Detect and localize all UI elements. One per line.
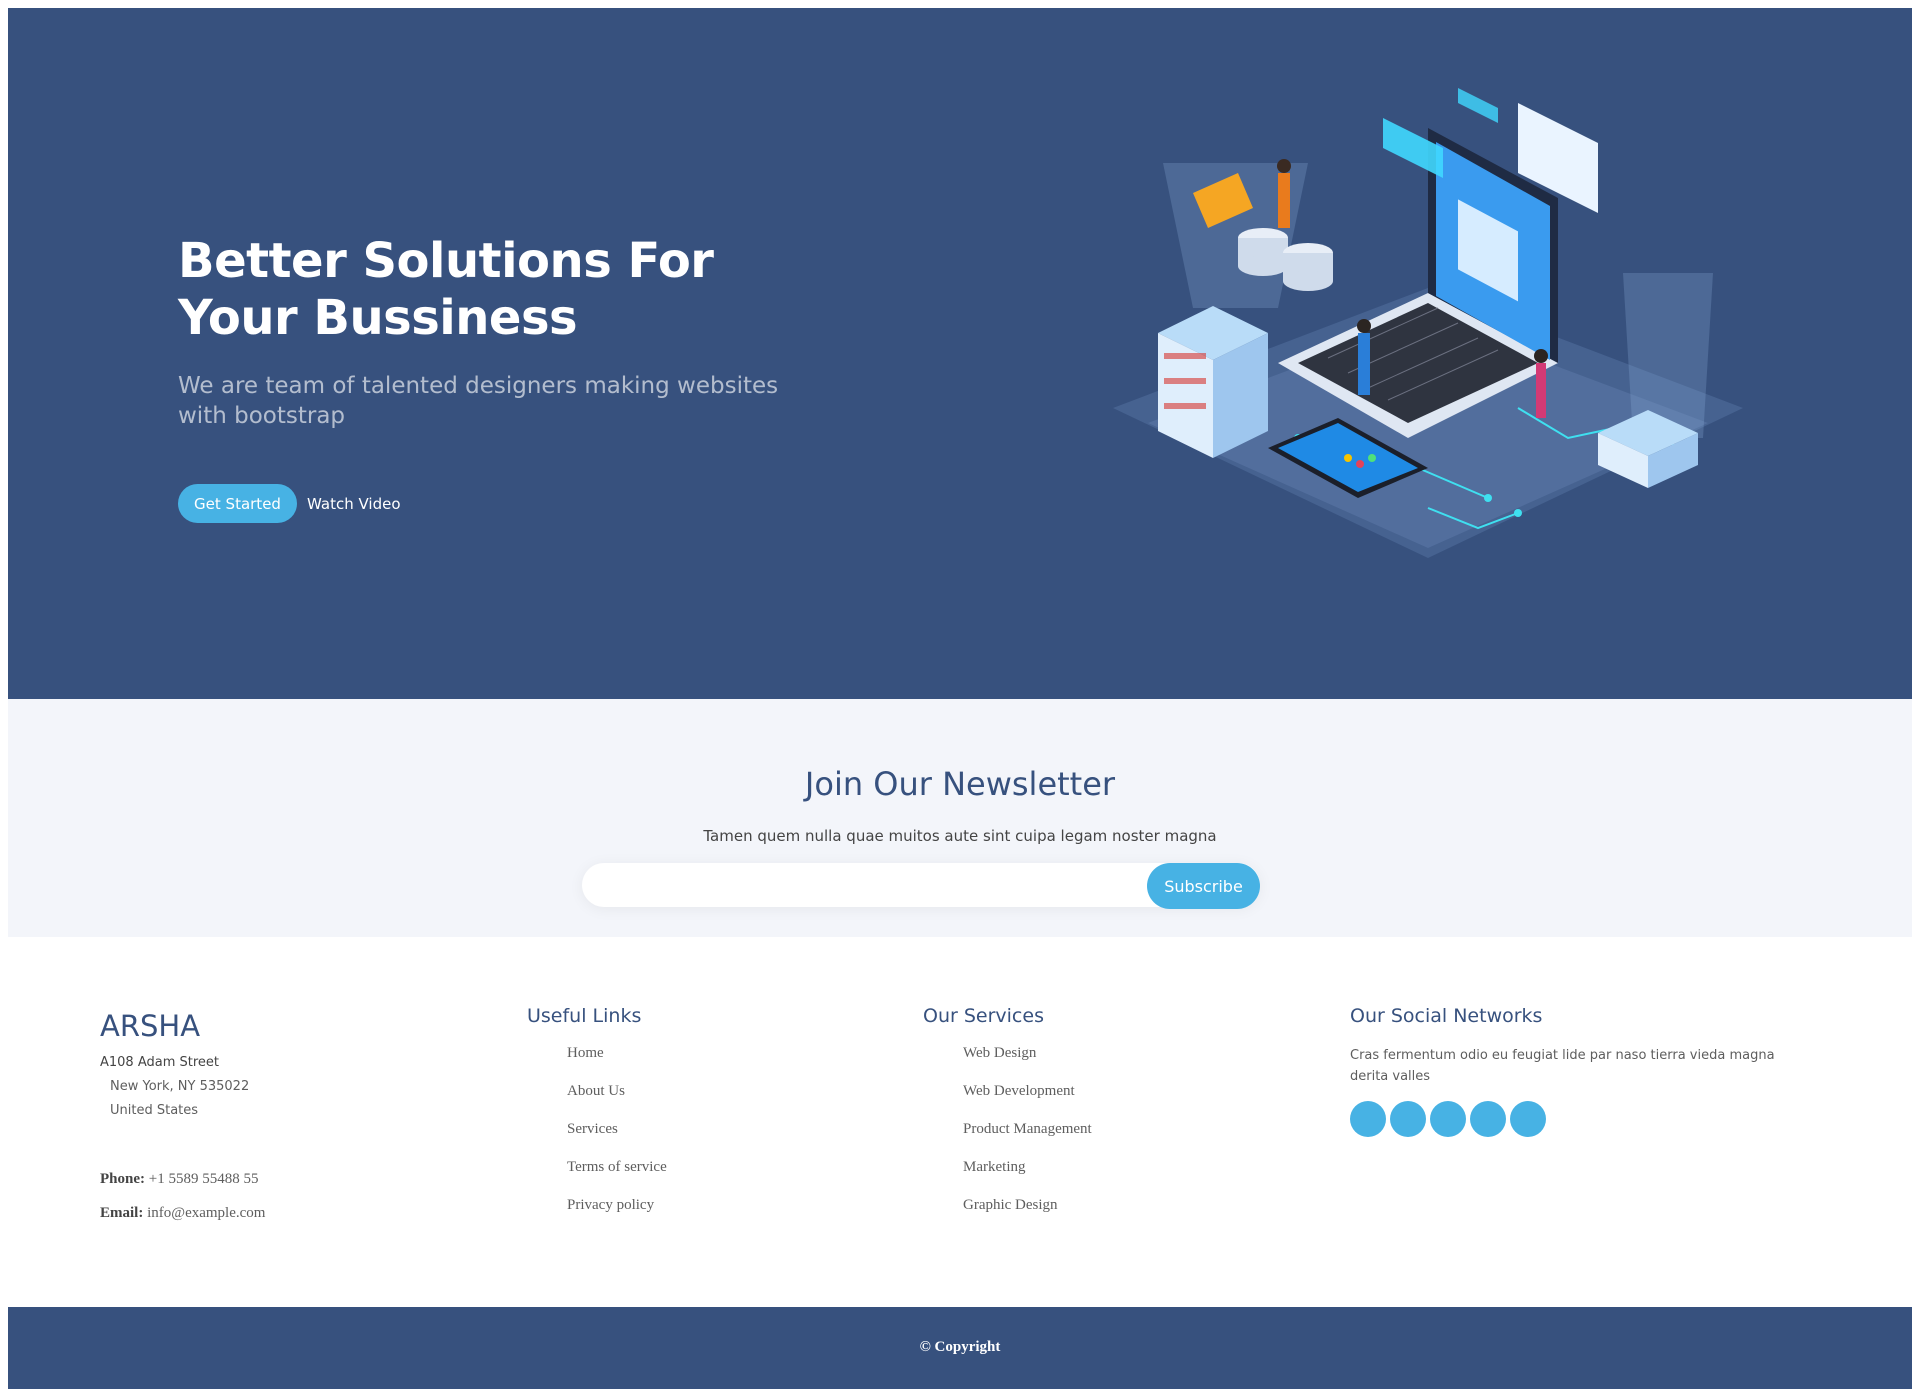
- footer-link-services[interactable]: Services: [567, 1121, 618, 1137]
- email-label: Email:: [100, 1205, 144, 1221]
- address-line-1: A108 Adam Street: [100, 1055, 220, 1070]
- newsletter-title: Join Our Newsletter: [804, 765, 1116, 803]
- list-item: Services: [567, 1119, 667, 1157]
- laptop-data-center-illustration: [1113, 88, 1743, 558]
- social-networks-title: Our Social Networks: [1350, 1005, 1543, 1027]
- list-item: Product Management: [963, 1119, 1092, 1157]
- service-link-graphic-design[interactable]: Graphic Design: [963, 1197, 1058, 1213]
- list-item: Terms of service: [567, 1157, 667, 1195]
- list-item: Marketing: [963, 1157, 1092, 1195]
- footer-link-home[interactable]: Home: [567, 1045, 604, 1061]
- address-line-3: United States: [110, 1103, 199, 1118]
- hero-subtitle: We are team of talented designers making…: [178, 373, 779, 429]
- skype-icon[interactable]: [1470, 1101, 1506, 1137]
- footer-link-terms[interactable]: Terms of service: [567, 1159, 667, 1175]
- phone-label: Phone:: [100, 1171, 145, 1187]
- list-item: About Us: [567, 1081, 667, 1119]
- footer-top: ARSHA A108 Adam Street New York, NY 5350…: [8, 937, 1912, 1307]
- newsletter-description: Tamen quem nulla quae muitos aute sint c…: [703, 827, 1217, 845]
- linkedin-icon[interactable]: [1510, 1101, 1546, 1137]
- footer-contact: Phone: +1 5589 55488 55 Email: info@exam…: [100, 1162, 265, 1230]
- our-services-title: Our Services: [923, 1005, 1044, 1027]
- service-link-web-design[interactable]: Web Design: [963, 1045, 1036, 1061]
- list-item: Web Design: [963, 1043, 1092, 1081]
- useful-links-title: Useful Links: [527, 1005, 642, 1027]
- footer-link-about[interactable]: About Us: [567, 1083, 625, 1099]
- list-item: Home: [567, 1043, 667, 1081]
- useful-links-list: Home About Us Services Terms of service …: [567, 1043, 667, 1233]
- social-links: [1350, 1101, 1550, 1137]
- list-item: Web Development: [963, 1081, 1092, 1119]
- service-link-product-management[interactable]: Product Management: [963, 1121, 1092, 1137]
- footer-link-privacy[interactable]: Privacy policy: [567, 1197, 654, 1213]
- phone-value: +1 5589 55488 55: [148, 1171, 259, 1187]
- get-started-button[interactable]: Get Started: [178, 484, 297, 523]
- address-line-2: New York, NY 535022: [110, 1079, 250, 1094]
- copyright-text: © Copyright: [919, 1339, 1001, 1355]
- footer-address: A108 Adam Street New York, NY 535022 Uni…: [100, 1051, 249, 1123]
- footer-bottom: © Copyright: [8, 1307, 1912, 1389]
- twitter-icon[interactable]: [1350, 1101, 1386, 1137]
- hero-title: Better Solutions For Your Bussiness: [178, 233, 714, 346]
- hero-section: Better Solutions For Your Bussiness We a…: [8, 8, 1912, 699]
- service-link-web-development[interactable]: Web Development: [963, 1083, 1075, 1099]
- subscribe-button[interactable]: Subscribe: [1147, 863, 1260, 909]
- watch-video-link[interactable]: Watch Video: [307, 495, 401, 513]
- list-item: Graphic Design: [963, 1195, 1092, 1233]
- facebook-icon[interactable]: [1390, 1101, 1426, 1137]
- our-services-list: Web Design Web Development Product Manag…: [963, 1043, 1092, 1233]
- newsletter-section: Join Our Newsletter Tamen quem nulla qua…: [8, 699, 1912, 937]
- email-value: info@example.com: [147, 1205, 266, 1221]
- newsletter-form: Subscribe: [582, 863, 1260, 909]
- instagram-icon[interactable]: [1430, 1101, 1466, 1137]
- email-input[interactable]: [598, 863, 1142, 909]
- service-link-marketing[interactable]: Marketing: [963, 1159, 1025, 1175]
- footer-brand: ARSHA: [100, 1009, 201, 1043]
- list-item: Privacy policy: [567, 1195, 667, 1233]
- social-description: Cras fermentum odio eu feugiat lide par …: [1350, 1048, 1775, 1084]
